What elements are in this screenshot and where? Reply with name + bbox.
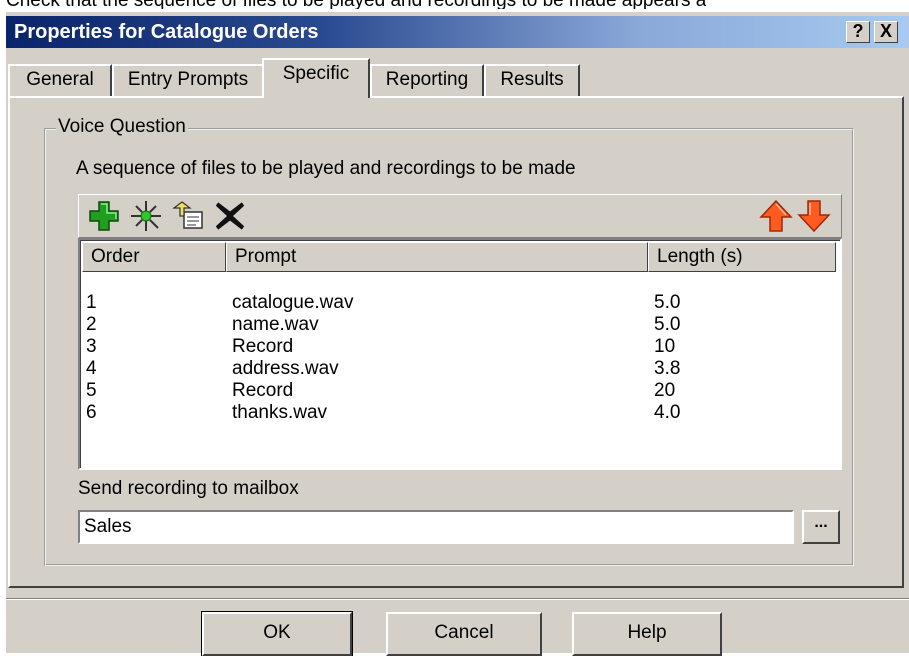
tab-results-label: Results: [500, 69, 564, 90]
delete-icon: [215, 202, 245, 230]
column-header-prompt[interactable]: Prompt: [226, 242, 648, 272]
ok-button[interactable]: OK: [201, 611, 353, 656]
cell-prompt: address.wav: [232, 358, 339, 379]
window-title: Properties for Catalogue Orders: [14, 21, 319, 43]
cancel-button-label: Cancel: [434, 622, 494, 643]
mailbox-input[interactable]: Sales: [78, 510, 794, 544]
cell-length: 5.0: [654, 292, 681, 313]
new-recording-icon: [131, 201, 161, 231]
tab-general-label: General: [26, 69, 94, 90]
mailbox-label: Send recording to mailbox: [78, 478, 299, 499]
table-row[interactable]: 3 Record 10: [80, 336, 840, 358]
cell-order: 4: [86, 358, 97, 379]
new-recording-button[interactable]: [128, 198, 164, 234]
column-header-order[interactable]: Order: [82, 242, 226, 272]
help-title-button[interactable]: ?: [846, 21, 870, 43]
add-icon: [89, 201, 119, 231]
cell-length: 20: [654, 380, 676, 401]
close-title-button[interactable]: X: [874, 21, 898, 43]
delete-prompt-button[interactable]: [212, 198, 248, 234]
browse-mailbox-button[interactable]: ...: [802, 510, 840, 544]
tab-specific-label: Specific: [282, 63, 350, 84]
cell-length: 10: [654, 336, 676, 357]
cancel-button[interactable]: Cancel: [386, 612, 542, 656]
prompt-list[interactable]: Order Prompt Length (s) 1 catalogue.wav …: [78, 238, 842, 470]
column-header-length[interactable]: Length (s): [648, 242, 836, 272]
cell-prompt: catalogue.wav: [232, 292, 354, 313]
tab-specific[interactable]: Specific: [262, 58, 370, 98]
cell-order: 3: [86, 336, 97, 357]
group-description: A sequence of files to be played and rec…: [76, 158, 576, 179]
help-button-label: Help: [627, 622, 667, 643]
table-row[interactable]: 6 thanks.wav 4.0: [80, 402, 840, 424]
ok-button-label: OK: [263, 622, 291, 643]
edit-prompt-icon: [172, 201, 203, 229]
title-bar: Properties for Catalogue Orders ? X: [6, 16, 909, 48]
cell-order: 2: [86, 314, 97, 335]
tab-general[interactable]: General: [8, 64, 112, 96]
move-down-icon: [797, 200, 831, 233]
properties-dialog: Properties for Catalogue Orders ? X Gene…: [6, 12, 909, 656]
table-row[interactable]: 5 Record 20: [80, 380, 840, 402]
cell-prompt: name.wav: [232, 314, 319, 335]
table-row[interactable]: 4 address.wav 3.8: [80, 358, 840, 380]
cell-prompt: thanks.wav: [232, 402, 328, 423]
tab-reporting-label: Reporting: [385, 69, 469, 90]
help-button[interactable]: Help: [572, 612, 722, 656]
table-row[interactable]: 2 name.wav 5.0: [80, 314, 840, 336]
cell-order: 6: [86, 402, 97, 423]
group-title: Voice Question: [56, 116, 188, 138]
cell-prompt: Record: [232, 336, 294, 357]
edit-prompt-button[interactable]: [170, 198, 206, 234]
cell-prompt: Record: [232, 380, 294, 401]
cell-order: 5: [86, 380, 97, 401]
cell-length: 5.0: [654, 314, 681, 335]
move-up-icon: [759, 199, 793, 232]
tab-reporting[interactable]: Reporting: [370, 64, 484, 96]
add-prompt-button[interactable]: [86, 198, 122, 234]
tab-results[interactable]: Results: [484, 64, 580, 96]
tab-entry-prompts-label: Entry Prompts: [127, 69, 249, 90]
page-caption: Check that the sequence of files to be p…: [6, 0, 706, 9]
tab-entry-prompts[interactable]: Entry Prompts: [112, 64, 264, 96]
move-up-button[interactable]: [758, 198, 794, 234]
cell-length: 4.0: [654, 402, 681, 423]
cell-order: 1: [86, 292, 97, 313]
move-down-button[interactable]: [796, 198, 832, 234]
table-row[interactable]: 1 catalogue.wav 5.0: [80, 292, 840, 314]
cell-length: 3.8: [654, 358, 681, 379]
separator-highlight: [6, 599, 909, 600]
